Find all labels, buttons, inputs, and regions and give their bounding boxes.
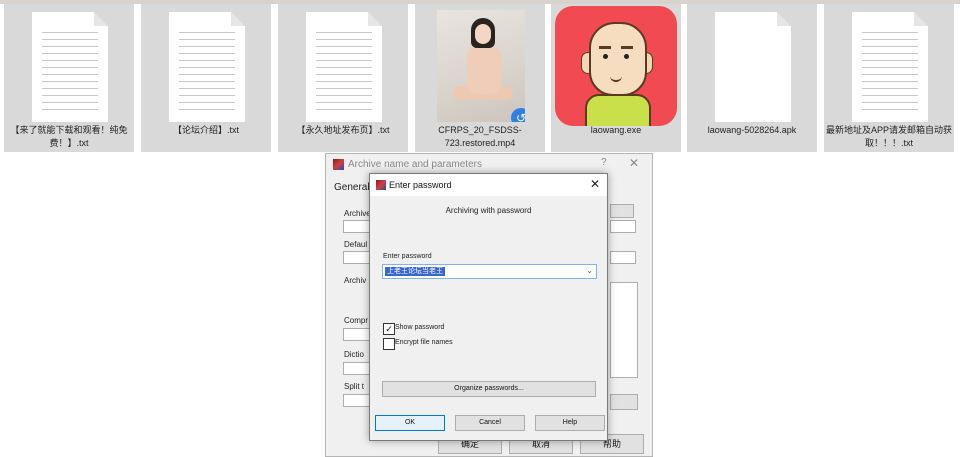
file-item[interactable]: laowang.exe [551, 4, 681, 152]
text-file-icon [32, 12, 108, 122]
browse-button[interactable] [610, 204, 634, 218]
file-item[interactable]: ↺ CFRPS_20_FSDSS-723.restored.mp4 [415, 4, 545, 152]
show-password-checkbox[interactable]: ✓ [383, 323, 395, 335]
file-item[interactable]: 【来了就能下载和观看！纯免费！】.txt [4, 4, 134, 152]
file-item[interactable]: 最新地址及APP请发邮箱自动获取！！！.txt [824, 4, 954, 152]
encrypt-names-checkbox[interactable] [383, 338, 395, 350]
show-password-label[interactable]: Show password [395, 324, 444, 331]
close-icon[interactable]: ✕ [629, 156, 639, 170]
file-name: 【论坛介绍】.txt [172, 125, 239, 135]
blank-file-icon [715, 12, 791, 122]
profiles-dropdown[interactable] [610, 251, 636, 264]
winrar-icon [333, 159, 344, 170]
dialog-heading: Archiving with password [445, 206, 532, 215]
file-item[interactable]: 【论坛介绍】.txt [141, 4, 271, 152]
update-mode-select[interactable] [610, 220, 636, 233]
cancel-button[interactable]: Cancel [455, 415, 525, 431]
file-name: laowang.exe [590, 125, 642, 135]
organize-passwords-button[interactable]: Organize passwords... [382, 381, 596, 397]
set-password-button[interactable] [610, 394, 638, 410]
file-name: 【永久地址发布页】.txt [296, 125, 390, 135]
file-item[interactable]: laowang-5028264.apk [687, 4, 817, 152]
text-file-icon [169, 12, 245, 122]
chevron-down-icon[interactable]: ⌄ [586, 266, 593, 275]
file-name: 最新地址及APP请发邮箱自动获取！！！.txt [826, 125, 953, 148]
video-thumbnail: ↺ [437, 10, 525, 122]
tab-general[interactable]: General [334, 182, 370, 193]
options-group [610, 282, 638, 378]
field-label: Defaul [344, 240, 368, 249]
restore-icon: ↺ [511, 108, 525, 122]
field-label: Dictio [344, 350, 365, 359]
password-input[interactable]: 上老王论坛当老王 ⌄ [382, 264, 597, 279]
text-file-icon [852, 12, 928, 122]
password-label: Enter password [383, 253, 432, 260]
text-file-icon [306, 12, 382, 122]
dialog-title: Enter password [389, 180, 452, 190]
help-button[interactable]: Help [535, 415, 605, 431]
field-label: Archiv [344, 276, 367, 285]
file-item[interactable]: 【永久地址发布页】.txt [278, 4, 408, 152]
field-label: Archive [344, 209, 371, 218]
ok-button[interactable]: OK [375, 415, 445, 431]
field-label: Compr [344, 316, 369, 325]
winrar-icon [376, 180, 386, 190]
close-icon[interactable]: ✕ [590, 177, 600, 191]
field-label: Split t [344, 382, 365, 391]
app-icon [555, 6, 677, 126]
password-value: 上老王论坛当老王 [385, 267, 445, 276]
enter-password-dialog: Enter password ✕ Archiving with password… [369, 173, 608, 441]
file-name: CFRPS_20_FSDSS-723.restored.mp4 [438, 125, 522, 148]
file-name: 【来了就能下载和观看！纯免费！】.txt [10, 125, 128, 148]
dialog-title: Archive name and parameters [348, 159, 482, 170]
encrypt-names-label[interactable]: Encrypt file names [395, 339, 453, 346]
help-icon[interactable]: ? [601, 157, 607, 168]
file-name: laowang-5028264.apk [707, 125, 797, 135]
